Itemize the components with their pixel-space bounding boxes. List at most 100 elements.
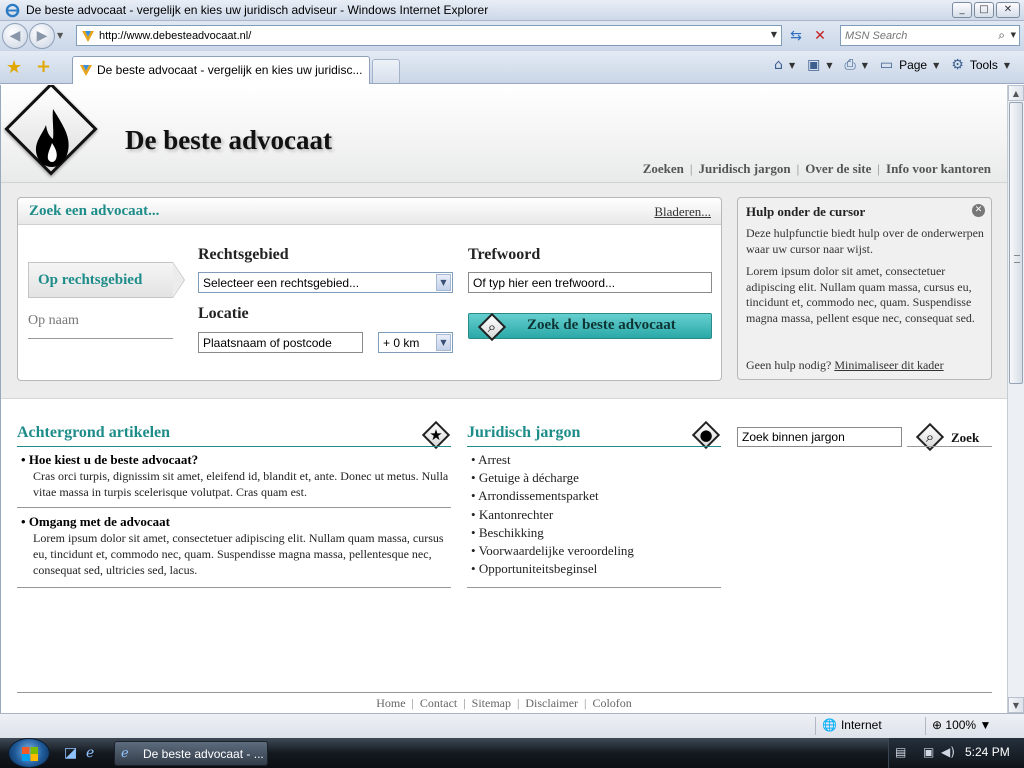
minimize-button[interactable]: _ bbox=[952, 2, 972, 18]
footer-sitemap[interactable]: Sitemap bbox=[472, 696, 511, 710]
network-icon[interactable]: ▤ bbox=[895, 745, 906, 759]
maximize-button[interactable]: □ bbox=[974, 2, 994, 18]
article-title[interactable]: Omgang met de advocaat bbox=[21, 514, 451, 530]
close-button[interactable]: ✕ bbox=[996, 2, 1020, 18]
browse-link[interactable]: Bladeren... bbox=[654, 204, 711, 220]
mode-tab-naam[interactable]: Op naam bbox=[28, 313, 79, 329]
feeds-dropdown-icon[interactable]: ▼ bbox=[826, 61, 832, 70]
favorites-star-icon[interactable]: ★ bbox=[6, 57, 22, 78]
nav-info-voor-kantoren[interactable]: Info voor kantoren bbox=[886, 161, 991, 176]
clock[interactable]: 5:24 PM bbox=[965, 745, 1010, 759]
article-divider bbox=[17, 587, 451, 588]
keyword-input[interactable] bbox=[468, 272, 712, 293]
close-icon[interactable]: ✕ bbox=[972, 204, 985, 217]
site-title[interactable]: De beste advocaat bbox=[125, 125, 332, 156]
footer-links: Home | Contact | Sitemap | Disclaimer | Colofon bbox=[1, 696, 1007, 711]
footer-contact[interactable]: Contact bbox=[420, 696, 457, 710]
taskbar-item-label: De beste advocaat - ... bbox=[143, 747, 264, 761]
page-menu[interactable]: Page bbox=[899, 58, 927, 72]
taskbar-ie-window[interactable]: ℯ De beste advocaat - ... bbox=[114, 741, 268, 766]
jargon-item[interactable]: Getuige à décharge bbox=[471, 469, 634, 487]
search-icon[interactable]: ⌕ bbox=[998, 28, 1005, 43]
volume-icon[interactable]: ◀) bbox=[941, 745, 955, 759]
top-navigation: Zoeken | Juridisch jargon | Over de site | Inf… bbox=[643, 161, 991, 177]
nav-separator: | bbox=[796, 161, 800, 176]
refresh-icon[interactable]: ⇆ bbox=[786, 26, 806, 46]
jargon-divider bbox=[467, 587, 721, 588]
ie-quicklaunch-icon[interactable]: ℯ bbox=[86, 745, 94, 761]
vertical-scrollbar[interactable]: ▲ ▼ bbox=[1007, 85, 1024, 713]
status-bar: 🌐 Internet ⊕ 100% ▼ bbox=[0, 713, 1024, 738]
home-icon[interactable]: ⌂ bbox=[774, 57, 783, 73]
nav-juridisch-jargon[interactable]: Juridisch jargon bbox=[699, 161, 791, 176]
monitor-icon[interactable]: ▣ bbox=[923, 745, 934, 759]
search-panel: Zoek een advocaat... Bladeren... Op rech… bbox=[17, 197, 722, 381]
site-header: De beste advocaat Zoeken | Juridisch jargo… bbox=[1, 85, 1007, 183]
back-button[interactable]: ◀ bbox=[2, 23, 28, 49]
jargon-item[interactable]: Kantonrechter bbox=[471, 506, 634, 524]
mode-tab-rechtsgebied[interactable]: Op rechtsgebied bbox=[28, 262, 185, 298]
nav-zoeken[interactable]: Zoeken bbox=[643, 161, 684, 176]
jargon-item[interactable]: Opportuniteitsbeginsel bbox=[471, 560, 634, 578]
msn-search-box[interactable]: ⌕ ▼ bbox=[840, 25, 1020, 46]
minimize-help-link[interactable]: Minimaliseer dit kader bbox=[834, 358, 943, 372]
window-title: De beste advocaat - vergelijk en kies uw… bbox=[26, 3, 489, 17]
url-input[interactable] bbox=[99, 28, 759, 43]
add-favorite-icon[interactable]: + bbox=[36, 56, 51, 77]
gear-icon: ⚙ bbox=[951, 57, 964, 73]
find-lawyer-button[interactable]: ⌕ Zoek de beste advocaat bbox=[468, 312, 712, 342]
keyword-label: Trefwoord bbox=[468, 246, 541, 263]
nav-over-de-site[interactable]: Over de site bbox=[805, 161, 871, 176]
footer-disclaimer[interactable]: Disclaimer bbox=[525, 696, 578, 710]
url-dropdown-icon[interactable]: ▼ bbox=[771, 30, 777, 39]
magnifier-icon: ⌕ bbox=[915, 422, 945, 452]
home-dropdown-icon[interactable]: ▼ bbox=[789, 61, 795, 70]
footer-colofon[interactable]: Colofon bbox=[592, 696, 631, 710]
scroll-thumb[interactable] bbox=[1009, 102, 1023, 384]
print-icon[interactable]: ⎙ bbox=[844, 57, 855, 73]
tools-dropdown-icon[interactable]: ▼ bbox=[1004, 61, 1010, 70]
url-field[interactable]: ▼ bbox=[76, 25, 782, 46]
nav-separator: | bbox=[877, 161, 881, 176]
footer-separator: | bbox=[411, 696, 414, 710]
print-dropdown-icon[interactable]: ▼ bbox=[862, 61, 868, 70]
page-dropdown-icon[interactable]: ▼ bbox=[933, 61, 939, 70]
footer-home[interactable]: Home bbox=[376, 696, 405, 710]
stop-icon[interactable]: ✕ bbox=[810, 26, 830, 46]
article-title[interactable]: Hoe kiest u de beste advocaat? bbox=[21, 452, 451, 468]
radius-select[interactable]: + 0 km ▼ bbox=[378, 332, 453, 353]
jargon-item[interactable]: Arrest bbox=[471, 451, 634, 469]
history-dropdown-icon[interactable]: ▼ bbox=[57, 31, 63, 40]
nav-separator: | bbox=[689, 161, 693, 176]
jargon-item[interactable]: Beschikking bbox=[471, 524, 634, 542]
msn-search-input[interactable] bbox=[845, 28, 991, 43]
start-button[interactable] bbox=[8, 738, 50, 768]
feeds-icon[interactable]: ▣ bbox=[807, 57, 820, 73]
ie-taskbar-icon: ℯ bbox=[121, 746, 129, 761]
tools-menu[interactable]: Tools bbox=[970, 58, 998, 72]
show-desktop-icon[interactable]: ◪ bbox=[64, 745, 77, 761]
help-body: Lorem ipsum dolor sit amet, consectetuer… bbox=[746, 264, 975, 325]
footer-separator: | bbox=[463, 696, 466, 710]
tab-bar: ★ + De beste advocaat - vergelijk en kie… bbox=[0, 51, 1024, 84]
articles-rule bbox=[17, 446, 451, 447]
browser-tab[interactable]: De beste advocaat - vergelijk en kies uw… bbox=[72, 56, 370, 84]
location-input[interactable] bbox=[198, 332, 363, 353]
scroll-down-icon[interactable]: ▼ bbox=[1008, 697, 1024, 713]
mode-divider bbox=[28, 338, 173, 339]
zoom-control[interactable]: ⊕ 100% ▼ bbox=[932, 718, 991, 732]
jargon-item[interactable]: Arrondissementsparket bbox=[471, 487, 634, 505]
new-tab-button[interactable] bbox=[372, 59, 400, 83]
help-footer: Geen hulp nodig? Minimaliseer dit kader bbox=[746, 358, 990, 374]
search-dropdown-icon[interactable]: ▼ bbox=[1011, 31, 1016, 39]
jargon-item[interactable]: Voorwaardelijke veroordeling bbox=[471, 542, 634, 560]
chevron-down-icon[interactable]: ▼ bbox=[436, 334, 451, 351]
article-body: Cras orci turpis, dignissim sit amet, el… bbox=[33, 469, 449, 499]
jargon-search-input[interactable] bbox=[737, 427, 902, 447]
area-select[interactable]: Selecteer een rechtsgebied... ▼ bbox=[198, 272, 453, 293]
location-label: Locatie bbox=[198, 305, 249, 322]
article-item: Hoe kiest u de beste advocaat? Cras orci… bbox=[21, 452, 451, 500]
scroll-up-icon[interactable]: ▲ bbox=[1008, 85, 1024, 101]
chevron-down-icon[interactable]: ▼ bbox=[436, 274, 451, 291]
forward-button[interactable]: ▶ bbox=[29, 23, 55, 49]
